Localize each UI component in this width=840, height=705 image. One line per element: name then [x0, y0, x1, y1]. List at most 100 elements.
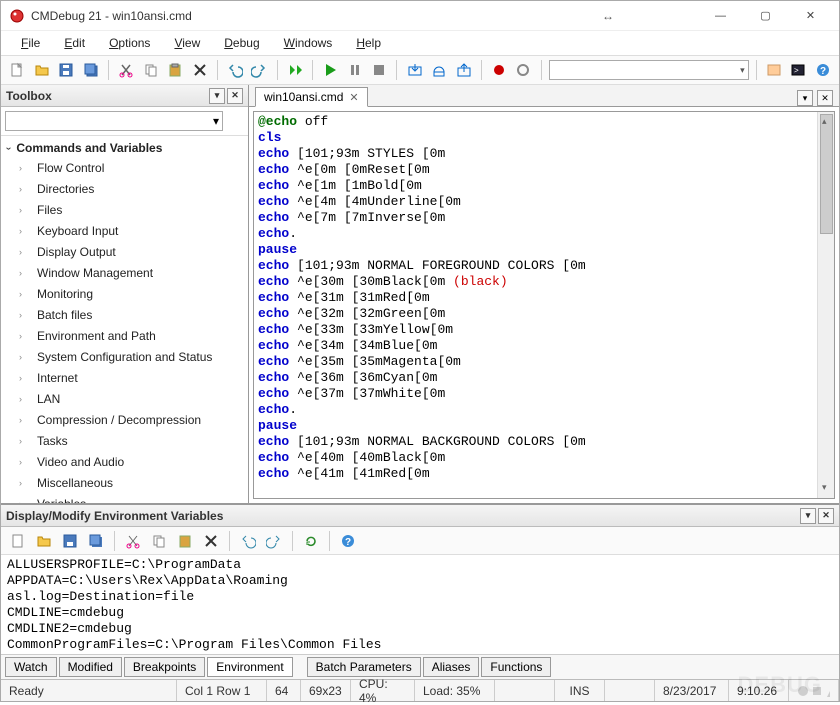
pause-button[interactable] — [345, 59, 365, 81]
toolbox-search-combo[interactable]: ▾ — [5, 111, 223, 131]
step-over-button[interactable] — [429, 59, 449, 81]
tree-item[interactable]: ›Miscellaneous — [1, 473, 248, 494]
copy-button[interactable] — [140, 59, 160, 81]
command-combo[interactable]: ▾ — [549, 60, 749, 80]
tree-item[interactable]: ›LAN — [1, 389, 248, 410]
code-line: echo ^e[37m [37mWhite[0m — [258, 386, 830, 402]
env-undo-button[interactable] — [237, 530, 259, 552]
editor-scrollbar[interactable]: ▾▴ — [817, 112, 834, 498]
step-out-button[interactable] — [453, 59, 473, 81]
env-redo-button[interactable] — [263, 530, 285, 552]
tree-item[interactable]: ›Window Management — [1, 263, 248, 284]
open-folder-button[interactable] — [31, 59, 51, 81]
env-cut-button[interactable] — [122, 530, 144, 552]
new-file-button[interactable] — [7, 59, 27, 81]
env-delete-button[interactable] — [200, 530, 222, 552]
code-line: echo [101;93m NORMAL BACKGROUND COLORS [… — [258, 434, 830, 450]
env-line: CMDLINE2=cmdebug — [7, 621, 833, 637]
menu-help[interactable]: Help — [346, 33, 391, 53]
bottom-tab-environment[interactable]: Environment — [207, 657, 292, 677]
redo-button[interactable] — [249, 59, 269, 81]
editor-tab[interactable]: win10ansi.cmd ✕ — [255, 87, 368, 107]
tree-item[interactable]: ›Environment and Path — [1, 326, 248, 347]
menu-options[interactable]: Options — [99, 33, 160, 53]
close-button[interactable]: ✕ — [788, 2, 833, 30]
tab-close-button[interactable]: ✕ — [349, 91, 358, 104]
tree-item[interactable]: ›System Configuration and Status — [1, 347, 248, 368]
env-panel-close-button[interactable]: ✕ — [818, 508, 834, 524]
env-panel-dropdown-button[interactable]: ▾ — [800, 508, 816, 524]
menu-windows[interactable]: Windows — [274, 33, 343, 53]
code-line: pause — [258, 418, 830, 434]
tree-item[interactable]: ›Display Output — [1, 242, 248, 263]
run-button[interactable] — [320, 59, 340, 81]
tree-category-label: Commands and Variables — [16, 141, 162, 155]
bottom-tab-aliases[interactable]: Aliases — [423, 657, 480, 677]
minimize-button[interactable]: — — [698, 2, 743, 30]
tree-item[interactable]: ›Video and Audio — [1, 452, 248, 473]
menu-debug[interactable]: Debug — [214, 33, 269, 53]
status-blank1 — [495, 680, 555, 701]
bottom-tab-functions[interactable]: Functions — [481, 657, 551, 677]
env-new-button[interactable] — [7, 530, 29, 552]
tree-item-label: Display Output — [37, 244, 116, 261]
breakpoint-button[interactable] — [489, 59, 509, 81]
tabstrip-close-button[interactable]: ✕ — [817, 90, 833, 106]
bottom-tab-modified[interactable]: Modified — [59, 657, 122, 677]
env-saveall-button[interactable] — [85, 530, 107, 552]
env-open-button[interactable] — [33, 530, 55, 552]
panel-dropdown-button[interactable]: ▾ — [209, 88, 225, 104]
tree-item-label: Directories — [37, 181, 94, 198]
bottom-tab-batch-parameters[interactable]: Batch Parameters — [307, 657, 421, 677]
code-line: echo ^e[4m [4mUnderline[0m — [258, 194, 830, 210]
tree-item-label: Tasks — [37, 433, 68, 450]
tree-item[interactable]: ›Monitoring — [1, 284, 248, 305]
svg-text:>: > — [794, 66, 799, 75]
env-copy-button[interactable] — [148, 530, 170, 552]
bottom-tab-breakpoints[interactable]: Breakpoints — [124, 657, 205, 677]
cut-button[interactable] — [116, 59, 136, 81]
tree-item[interactable]: ›Compression / Decompression — [1, 410, 248, 431]
options-button[interactable] — [764, 59, 784, 81]
tree-item[interactable]: ›Directories — [1, 179, 248, 200]
tree-item-label: Internet — [37, 370, 78, 387]
stop-button[interactable] — [369, 59, 389, 81]
env-paste-button[interactable] — [174, 530, 196, 552]
tree-item[interactable]: ›Batch files — [1, 305, 248, 326]
tree-item[interactable]: ›Variables — [1, 494, 248, 503]
env-variables-list[interactable]: ALLUSERSPROFILE=C:\ProgramDataAPPDATA=C:… — [1, 555, 839, 655]
maximize-button[interactable]: ▢ — [743, 2, 788, 30]
env-save-button[interactable] — [59, 530, 81, 552]
save-all-button[interactable] — [80, 59, 100, 81]
tabstrip-dropdown-button[interactable]: ▾ — [797, 90, 813, 106]
code-line: echo ^e[33m [33mYellow[0m — [258, 322, 830, 338]
status-ready: Ready — [1, 680, 177, 701]
save-button[interactable] — [56, 59, 76, 81]
cmd-prompt-button[interactable]: > — [788, 59, 808, 81]
tree-item-label: LAN — [37, 391, 60, 408]
menu-file[interactable]: File — [11, 33, 50, 53]
undo-button[interactable] — [225, 59, 245, 81]
run-to-cursor-button[interactable] — [285, 59, 305, 81]
panel-close-button[interactable]: ✕ — [227, 88, 243, 104]
menu-edit[interactable]: Edit — [54, 33, 95, 53]
code-editor[interactable]: @echo offclsecho [101;93m STYLES [0mecho… — [253, 111, 835, 499]
paste-button[interactable] — [165, 59, 185, 81]
code-line: pause — [258, 242, 830, 258]
tree-item[interactable]: ›Internet — [1, 368, 248, 389]
step-into-button[interactable] — [404, 59, 424, 81]
tree-item[interactable]: ›Tasks — [1, 431, 248, 452]
menu-view[interactable]: View — [164, 33, 210, 53]
window-title: CMDebug 21 - win10ansi.cmd — [31, 9, 598, 23]
env-help-button[interactable]: ? — [337, 530, 359, 552]
toolbox-tree[interactable]: › Commands and Variables ›Flow Control›D… — [1, 136, 248, 503]
env-refresh-button[interactable] — [300, 530, 322, 552]
bottom-tab-watch[interactable]: Watch — [5, 657, 57, 677]
delete-button[interactable] — [189, 59, 209, 81]
breakpoint-disabled-button[interactable] — [513, 59, 533, 81]
tree-item[interactable]: ›Files — [1, 200, 248, 221]
tree-item[interactable]: ›Keyboard Input — [1, 221, 248, 242]
help-button[interactable]: ? — [813, 59, 833, 81]
tree-item[interactable]: ›Flow Control — [1, 158, 248, 179]
tree-category[interactable]: › Commands and Variables — [1, 138, 248, 158]
